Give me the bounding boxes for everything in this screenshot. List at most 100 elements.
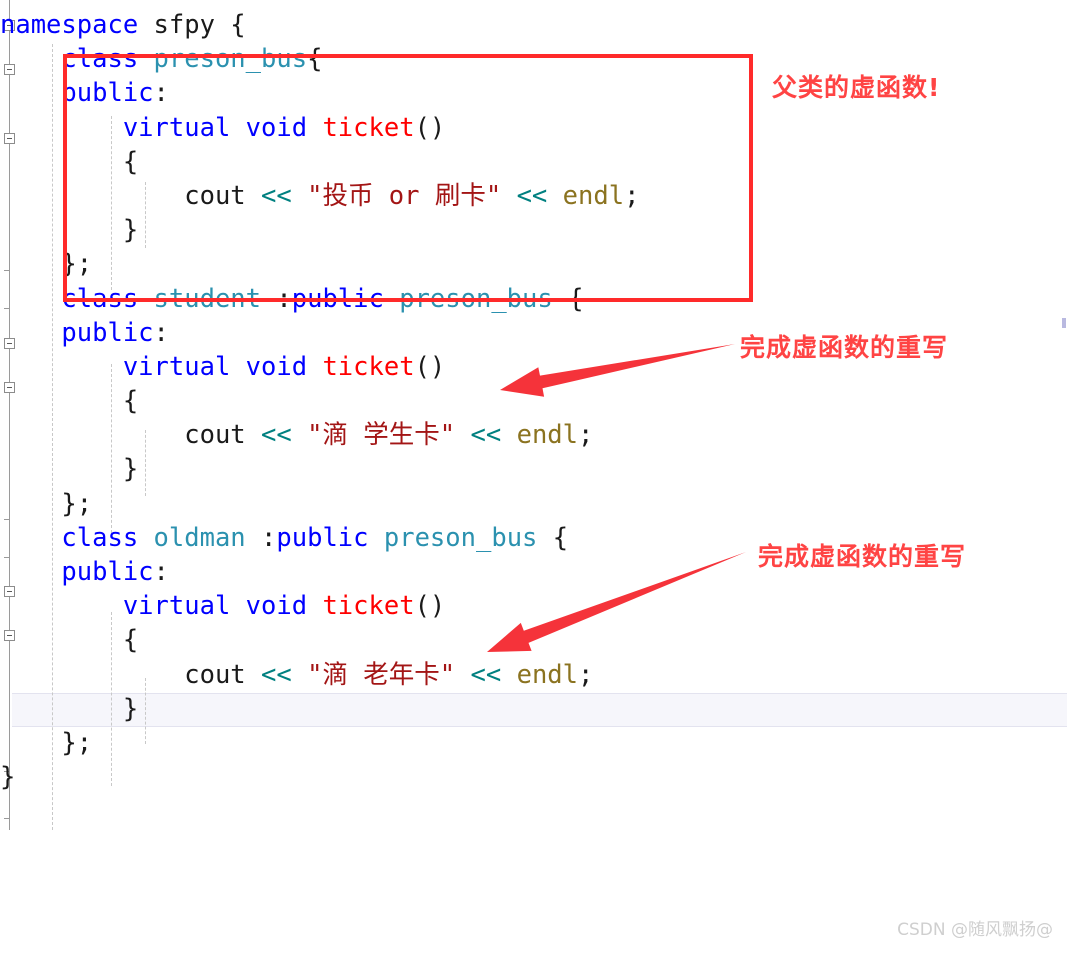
code-token: << [261, 659, 292, 690]
code-token: ticket [322, 112, 415, 143]
note-parent-virtual: 父类的虚函数! [772, 73, 941, 102]
code-token: }; [61, 249, 93, 280]
code-line[interactable]: } [0, 213, 1069, 247]
fold-end-icon [4, 818, 10, 819]
code-token: : [153, 78, 169, 109]
code-token: cout [184, 659, 246, 690]
code-token: << [261, 180, 292, 211]
code-token: preson_bus [383, 522, 538, 553]
code-token: ; [624, 180, 640, 211]
code-token: << [516, 180, 548, 211]
code-token: public [291, 283, 384, 314]
code-token: virtual [122, 351, 231, 382]
editor-screenshot: namespace sfpy { class preson_bus{ publi… [0, 0, 1069, 953]
code-line[interactable]: { [0, 384, 1069, 418]
code-line[interactable]: }; [0, 726, 1069, 760]
code-token: { [214, 10, 246, 40]
code-line[interactable]: virtual void ticket() [0, 111, 1069, 145]
code-line[interactable]: } [0, 452, 1069, 486]
code-token: class [61, 283, 139, 314]
code-line[interactable]: namespace sfpy { [0, 8, 1069, 42]
code-token: sfpy [153, 10, 215, 40]
code-token: : [261, 522, 277, 553]
code-area[interactable]: namespace sfpy { class preson_bus{ publi… [0, 8, 1069, 794]
code-token: "滴 老年卡" [307, 659, 456, 690]
code-line[interactable]: cout << "滴 学生卡" << endl; [0, 418, 1069, 452]
code-token: { [307, 44, 323, 75]
csdn-watermark: CSDN @随风飘扬@ [897, 920, 1053, 940]
scrollbar-change-marker[interactable] [1062, 318, 1066, 328]
code-token: "投币 or 刷卡" [307, 180, 502, 211]
code-token: { [537, 522, 569, 553]
code-token: : [153, 317, 169, 348]
code-token: public [61, 557, 154, 587]
code-token: }; [61, 727, 93, 758]
code-token: { [552, 283, 584, 314]
code-token: () [414, 112, 446, 143]
code-token: class [61, 44, 139, 75]
code-token: } [122, 693, 139, 724]
code-token: void [245, 591, 308, 622]
code-token: ; [578, 659, 594, 690]
code-token: cout [184, 180, 246, 211]
code-token: virtual [122, 112, 231, 143]
code-token: public [61, 78, 154, 109]
code-line[interactable]: cout << "滴 老年卡" << endl; [0, 658, 1069, 692]
code-token: public [61, 317, 154, 348]
code-token: public [276, 522, 369, 553]
code-token: endl [516, 420, 579, 451]
code-line[interactable]: { [0, 145, 1069, 179]
code-token: void [245, 351, 308, 382]
code-line[interactable]: }; [0, 487, 1069, 521]
note-override-student: 完成虚函数的重写 [740, 333, 949, 362]
code-token: : [153, 557, 169, 587]
code-token: << [470, 659, 502, 690]
code-line[interactable]: } [0, 692, 1069, 726]
code-line[interactable]: virtual void ticket() [0, 589, 1069, 623]
code-token: << [261, 420, 292, 451]
code-token: class [61, 522, 139, 553]
code-token: ticket [322, 351, 415, 382]
code-token: : [276, 283, 292, 314]
code-line[interactable]: } [0, 760, 1069, 794]
code-token: endl [516, 659, 579, 690]
code-line[interactable]: cout << "投币 or 刷卡" << endl; [0, 179, 1069, 213]
code-line[interactable]: class student :public preson_bus { [0, 282, 1069, 316]
code-token: cout [184, 420, 246, 451]
code-token: namespace [0, 10, 139, 40]
code-token: << [470, 420, 502, 451]
code-line[interactable]: }; [0, 247, 1069, 281]
code-line[interactable]: { [0, 623, 1069, 657]
